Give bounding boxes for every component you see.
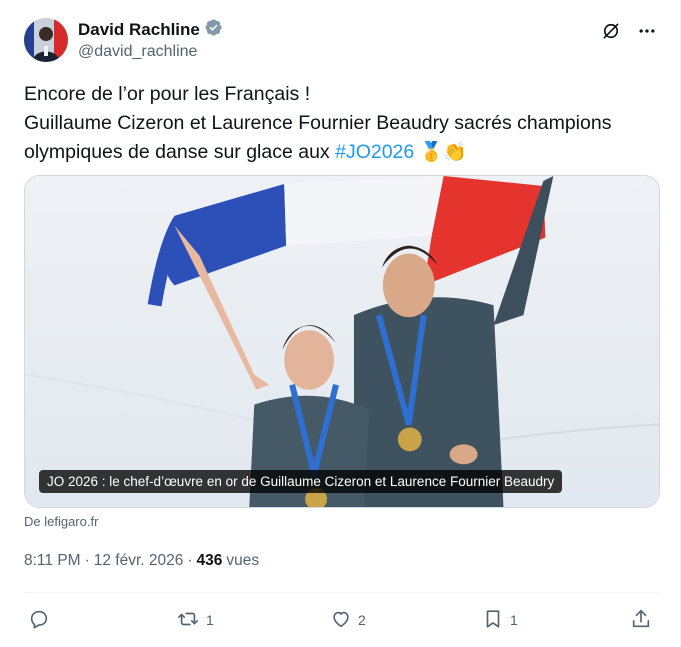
top-actions (600, 20, 658, 42)
tweet-text: Encore de l’or pour les Français ! Guill… (24, 80, 654, 167)
author-block: David Rachline @david_rachline (78, 19, 223, 61)
link-card-media[interactable]: JO 2026 : le chef-d’œuvre en or de Guill… (24, 175, 660, 508)
retweet-button[interactable]: 1 (176, 606, 214, 634)
tweet-text-line: olympiques de danse sur glace aux #JO202… (24, 138, 654, 167)
media-caption: JO 2026 : le chef-d’œuvre en or de Guill… (39, 470, 563, 493)
hashtag-link[interactable]: #JO2026 (335, 141, 414, 163)
reply-icon (28, 608, 50, 633)
tweet-text-line: Guillaume Cizeron et Laurence Fournier B… (24, 112, 612, 134)
views-label: vues (226, 552, 260, 569)
meta-separator: · (187, 552, 193, 569)
verified-badge-icon (204, 18, 223, 42)
like-count: 2 (358, 612, 366, 628)
action-bar: 1 2 1 (24, 606, 660, 634)
emoji: 🥇👏 (419, 142, 468, 163)
bookmark-count: 1 (510, 612, 518, 628)
tweet-time[interactable]: 8:11 PM (24, 552, 81, 570)
author-handle[interactable]: @david_rachline (78, 43, 223, 61)
tweet-text-fragment: olympiques de danse sur glace aux (24, 141, 336, 163)
divider (24, 592, 660, 593)
more-icon[interactable] (636, 20, 658, 42)
retweet-icon (176, 608, 200, 633)
bookmark-icon (482, 608, 504, 633)
tweet-date[interactable]: 12 févr. 2026 (94, 552, 184, 570)
article-image (25, 176, 659, 507)
meta-separator: · (84, 552, 90, 569)
grok-icon[interactable] (600, 20, 622, 42)
share-button[interactable] (630, 606, 652, 634)
avatar[interactable] (24, 18, 68, 62)
link-source[interactable]: De lefigaro.fr (24, 514, 98, 529)
views-count: 436 (196, 552, 223, 569)
author-display-name[interactable]: David Rachline (78, 20, 200, 40)
tweet-text-line: Encore de l’or pour les Français ! (24, 83, 311, 105)
reply-button[interactable] (28, 606, 56, 634)
like-button[interactable]: 2 (330, 606, 366, 634)
bookmark-button[interactable]: 1 (482, 606, 518, 634)
tweet-meta: 8:11 PM · 12 févr. 2026 · 436 vues (24, 552, 259, 570)
retweet-count: 1 (206, 612, 214, 628)
heart-icon (330, 608, 352, 633)
tweet-detail: David Rachline @david_rachline Encore de… (0, 0, 681, 647)
share-icon (630, 608, 652, 633)
